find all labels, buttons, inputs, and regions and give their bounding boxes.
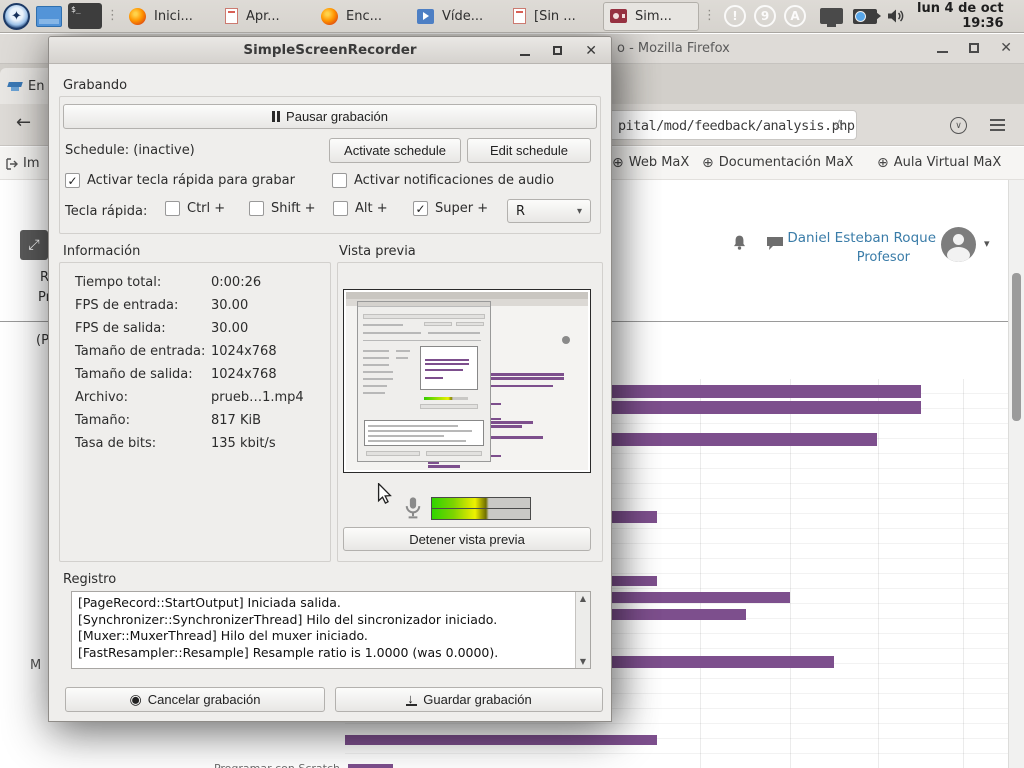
save-recording-button[interactable]: Guardar grabación (335, 687, 603, 712)
pause-icon (272, 111, 280, 122)
hotkey-row-label: Tecla rápida: (65, 204, 147, 219)
info-row: Tasa de bits:135 kbit/s (75, 436, 311, 451)
checkbox-box[interactable] (333, 201, 348, 216)
info-row: Tamaño de salida:1024x768 (75, 367, 311, 382)
checkbox-box[interactable] (249, 201, 264, 216)
taskbar-separator: ⋮ (703, 12, 716, 20)
clock-time: 19:36 (917, 16, 1004, 31)
cancel-recording-button[interactable]: ◉ Cancelar grabación (65, 687, 325, 712)
preview-chart-bar (428, 465, 460, 468)
indicator-9-icon[interactable]: 9 (754, 5, 776, 27)
firefox-icon (129, 8, 146, 25)
ssr-minimize-icon[interactable] (520, 54, 530, 56)
info-row: Archivo:prueb…1.mp4 (75, 390, 311, 405)
taskbar: ✦ $_ ⋮ Inici... Apr... Enc... Víde... (0, 0, 1024, 33)
audio-notifications-checkbox[interactable]: Activar notificaciones de audio (332, 173, 554, 188)
taskbar-item-enc[interactable]: Enc... (315, 2, 411, 31)
chart-bar (345, 735, 657, 745)
log-line: [Muxer::MuxerThread] Hilo del muxer inic… (78, 628, 572, 645)
activate-schedule-button[interactable]: Activate schedule (329, 138, 461, 163)
chart-gridline (963, 379, 964, 768)
ssr-titlebar[interactable]: SimpleScreenRecorder ✕ (49, 37, 611, 64)
indicator-a-icon[interactable]: A (784, 5, 806, 27)
recording-camera-icon[interactable] (853, 9, 877, 24)
taskbar-item-video[interactable]: Víde... (411, 2, 507, 31)
clock-date: lun 4 de oct (917, 1, 1004, 16)
checkbox-box[interactable] (413, 201, 428, 216)
audio-level-right (432, 509, 530, 519)
scroll-up-icon[interactable]: ▲ (580, 594, 586, 603)
info-row: FPS de salida:30.00 (75, 321, 311, 336)
preview-thumbnail (346, 292, 588, 470)
checkbox-box[interactable] (65, 173, 80, 188)
schedule-status: Schedule: (inactive) (65, 143, 195, 158)
hotkey-enable-checkbox[interactable]: Activar tecla rápida para grabar (65, 173, 295, 188)
chart-gridline (878, 379, 879, 768)
ssr-maximize-icon[interactable] (553, 46, 562, 55)
section-preview-title: Vista previa (339, 244, 416, 259)
taskbar-item-simplescreenrecorder[interactable]: Sim... (603, 2, 699, 31)
video-player-icon (417, 9, 434, 24)
document-icon (225, 8, 238, 24)
hotkey-key-dropdown[interactable]: R ▾ (507, 199, 591, 223)
alt-modifier-checkbox[interactable]: Alt + (333, 201, 388, 216)
chart-category-label: Programar con Scratch (130, 762, 340, 768)
taskbar-item-sin-titulo[interactable]: [Sin ... (507, 2, 603, 31)
app-menu-icon[interactable]: ✦ (3, 3, 30, 30)
preview-frame (343, 289, 591, 473)
chart-bar (348, 764, 393, 768)
show-desktop-icon[interactable] (36, 6, 62, 27)
info-row: Tiempo total:0:00:26 (75, 275, 311, 290)
checkbox-box[interactable] (332, 173, 347, 188)
save-download-icon (406, 694, 417, 706)
ssr-window: SimpleScreenRecorder ✕ Grabando Pausar g… (48, 36, 612, 722)
log-line: [Synchronizer::SynchronizerThread] Hilo … (78, 612, 572, 629)
taskbar-item-inicio[interactable]: Inici... (123, 2, 219, 31)
document-icon (513, 8, 526, 24)
info-row: Tamaño:817 KiB (75, 413, 311, 428)
volume-icon[interactable] (887, 8, 905, 24)
taskbar-separator: ⋮ (106, 12, 119, 20)
log-line: [PageRecord::StartOutput] Iniciada salid… (78, 595, 572, 612)
shift-modifier-checkbox[interactable]: Shift + (249, 201, 316, 216)
scroll-down-icon[interactable]: ▼ (580, 657, 586, 666)
firefox-icon (321, 8, 338, 25)
chevron-down-icon: ▾ (577, 206, 582, 217)
microphone-icon (403, 496, 423, 520)
info-row: FPS de entrada:30.00 (75, 298, 311, 313)
clock[interactable]: lun 4 de oct 19:36 (917, 1, 1010, 31)
indicator-exclamation-icon[interactable]: ! (724, 5, 746, 27)
keyboard-indicator-icon[interactable] (820, 8, 843, 24)
log-box[interactable]: [PageRecord::StartOutput] Iniciada salid… (71, 591, 591, 669)
audio-level-meter (431, 497, 531, 520)
audio-level-left (432, 498, 530, 508)
taskbar-item-apr[interactable]: Apr... (219, 2, 315, 31)
section-log-title: Registro (63, 572, 116, 587)
stop-preview-button[interactable]: Detener vista previa (343, 527, 591, 551)
super-modifier-checkbox[interactable]: Super + (413, 201, 488, 216)
recorder-icon (610, 9, 627, 23)
ssr-close-icon[interactable]: ✕ (585, 43, 597, 59)
preview-ssr-miniwindow (357, 301, 491, 462)
mouse-cursor-icon (377, 483, 392, 504)
terminal-icon[interactable]: $_ (68, 3, 102, 29)
checkbox-box[interactable] (165, 201, 180, 216)
log-line: [FastResampler::Resample] Resample ratio… (78, 645, 572, 662)
info-row: Tamaño de entrada:1024x768 (75, 344, 311, 359)
screen: o - Mozilla Firefox ✕ En ← pital/mod/fee… (0, 0, 1024, 768)
edit-schedule-button[interactable]: Edit schedule (467, 138, 591, 163)
log-scrollbar[interactable]: ▲ ▼ (575, 592, 590, 668)
record-circle-icon: ◉ (130, 693, 142, 706)
ctrl-modifier-checkbox[interactable]: Ctrl + (165, 201, 225, 216)
pause-recording-button[interactable]: Pausar grabación (63, 104, 597, 129)
section-info-title: Información (63, 244, 140, 259)
section-recording-title: Grabando (63, 78, 127, 93)
